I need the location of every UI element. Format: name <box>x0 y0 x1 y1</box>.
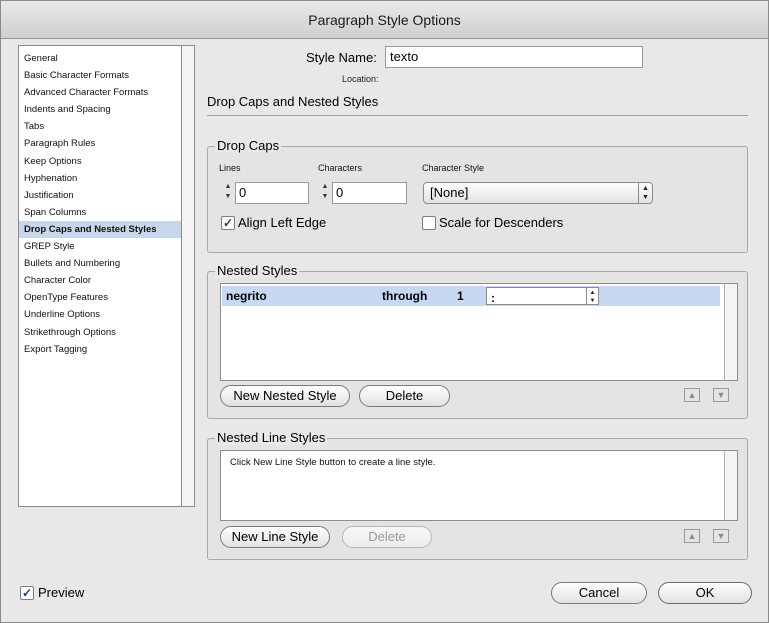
nested-line-styles-group: Nested Line Styles Click New Line Style … <box>207 430 748 560</box>
category-list: General Basic Character Formats Advanced C… <box>19 50 182 358</box>
move-down-icon[interactable]: ▼ <box>713 529 729 543</box>
line-style-hint: Click New Line Style button to create a … <box>230 457 436 468</box>
sidebar-item[interactable]: Drop Caps and Nested Styles <box>19 220 182 239</box>
cancel-button[interactable]: Cancel <box>551 582 647 604</box>
sidebar-item[interactable]: Indents and Spacing <box>19 101 182 118</box>
move-down-icon[interactable]: ▼ <box>713 388 729 402</box>
spin-up-icon[interactable]: ▲ <box>222 182 234 192</box>
sidebar-item[interactable]: General <box>19 50 182 67</box>
title-bar: Paragraph Style Options <box>1 1 768 39</box>
spin-up-icon[interactable]: ▲ <box>319 182 331 192</box>
drop-caps-group: Drop Caps Lines ▲ ▼ 0 Characters ▲ ▼ 0 C… <box>207 138 748 253</box>
sidebar-item[interactable]: Bullets and Numbering <box>19 255 182 272</box>
section-divider <box>207 115 748 116</box>
character-style-value: [None] <box>430 185 469 200</box>
scale-descenders-checkbox[interactable] <box>422 216 436 230</box>
sidebar-item[interactable]: Underline Options <box>19 306 182 323</box>
delete-nested-style-button[interactable]: Delete <box>359 385 450 407</box>
sidebar-item[interactable]: Strikethrough Options <box>19 324 182 341</box>
lines-label: Lines <box>219 163 241 173</box>
characters-field[interactable]: 0 <box>332 182 407 204</box>
sidebar-item[interactable]: Export Tagging <box>19 341 182 358</box>
lines-field[interactable]: 0 <box>235 182 309 204</box>
characters-stepper-icon[interactable]: ▲ ▼ <box>319 182 331 204</box>
character-style-label: Character Style <box>422 163 485 173</box>
align-left-edge-label: Align Left Edge <box>238 215 327 230</box>
new-line-style-button[interactable]: New Line Style <box>220 526 330 548</box>
select-arrows-icon: ▲ ▼ <box>638 183 652 203</box>
arrow-up-icon: ▲ <box>589 290 596 296</box>
sidebar-item[interactable]: Span Columns <box>19 204 182 221</box>
arrow-down-icon: ▼ <box>642 194 649 201</box>
ok-button[interactable]: OK <box>658 582 752 604</box>
nested-styles-title: Nested Styles <box>215 263 300 278</box>
nested-style-row[interactable]: negrito through 1 : ▲ ▼ <box>222 286 720 306</box>
sidebar-scrollbar[interactable] <box>181 46 194 506</box>
section-title: Drop Caps and Nested Styles <box>207 94 379 109</box>
sidebar-item[interactable]: Character Color <box>19 272 182 289</box>
select-arrows-icon: ▲ ▼ <box>586 288 598 304</box>
delimiter-value: : <box>491 291 495 305</box>
align-left-edge-checkbox[interactable]: ✓ <box>221 216 235 230</box>
preview-label: Preview <box>38 585 85 600</box>
nested-style-count[interactable]: 1 <box>457 289 464 303</box>
category-sidebar: General Basic Character Formats Advanced C… <box>18 45 195 507</box>
location-label: Location: <box>342 74 379 84</box>
nested-line-styles-title: Nested Line Styles <box>215 430 328 445</box>
sidebar-item[interactable]: Paragraph Rules <box>19 135 182 152</box>
check-icon: ✓ <box>222 216 234 230</box>
preview-checkbox[interactable]: ✓ <box>20 586 34 600</box>
spin-down-icon[interactable]: ▼ <box>319 192 331 202</box>
character-style-select[interactable]: [None] ▲ ▼ <box>423 182 653 204</box>
arrow-down-icon: ▼ <box>589 298 596 304</box>
spin-down-icon[interactable]: ▼ <box>222 192 234 202</box>
sidebar-item[interactable]: Tabs <box>19 118 182 135</box>
sidebar-item[interactable]: Keep Options <box>19 153 182 170</box>
nested-styles-group: Nested Styles negrito through 1 : ▲ ▼ Ne… <box>207 263 748 419</box>
nested-style-mode[interactable]: through <box>382 289 427 303</box>
nested-line-styles-scrollbar[interactable] <box>724 451 737 520</box>
drop-caps-title: Drop Caps <box>215 138 282 153</box>
style-name-label: Style Name: <box>306 50 377 65</box>
delimiter-select[interactable]: : ▲ ▼ <box>486 287 599 305</box>
nested-style-name[interactable]: negrito <box>226 289 267 303</box>
delete-line-style-button[interactable]: Delete <box>342 526 432 548</box>
style-name-input[interactable]: texto <box>385 46 643 68</box>
new-nested-style-button[interactable]: New Nested Style <box>220 385 350 407</box>
nested-styles-list: negrito through 1 : ▲ ▼ <box>220 283 738 381</box>
sidebar-item[interactable]: Justification <box>19 187 182 204</box>
sidebar-item[interactable]: OpenType Features <box>19 289 182 306</box>
move-up-icon[interactable]: ▲ <box>684 388 700 402</box>
nested-styles-scrollbar[interactable] <box>724 284 737 380</box>
arrow-up-icon: ▲ <box>642 185 649 192</box>
sidebar-item[interactable]: GREP Style <box>19 238 182 255</box>
nested-line-styles-list: Click New Line Style button to create a … <box>220 450 738 521</box>
check-icon: ✓ <box>21 586 33 600</box>
lines-stepper-icon[interactable]: ▲ ▼ <box>222 182 234 204</box>
characters-label: Characters <box>318 163 363 173</box>
sidebar-item[interactable]: Advanced Character Formats <box>19 84 182 101</box>
sidebar-item[interactable]: Basic Character Formats <box>19 67 182 84</box>
scale-descenders-label: Scale for Descenders <box>439 215 564 230</box>
window-title: Paragraph Style Options <box>308 11 461 28</box>
sidebar-item[interactable]: Hyphenation <box>19 170 182 187</box>
dialog-window: Paragraph Style Options General Basic Cha… <box>0 0 769 623</box>
move-up-icon[interactable]: ▲ <box>684 529 700 543</box>
